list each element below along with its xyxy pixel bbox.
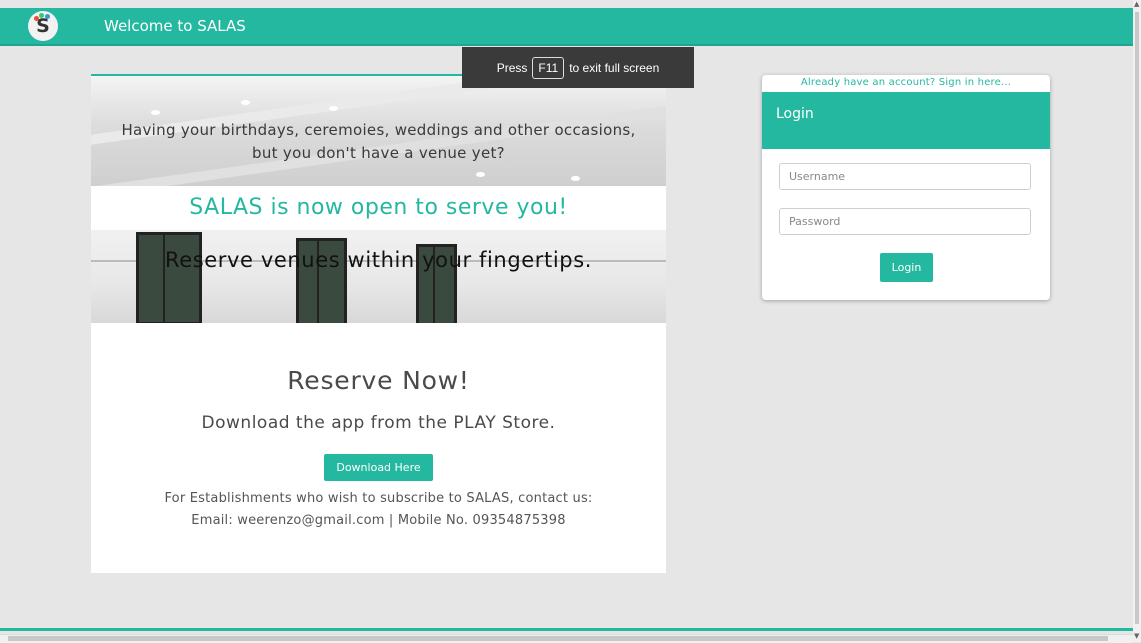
reserve-subtitle: Download the app from the PLAY Store. [201, 413, 556, 433]
logo-dot-blue [45, 14, 50, 19]
hero2-text: Reserve venues within your fingertips. [164, 248, 593, 272]
hero-text: Having your birthdays, ceremoies, weddin… [91, 119, 666, 165]
login-header: Login [762, 92, 1050, 149]
toast-key: F11 [532, 56, 565, 79]
ceiling-light [476, 172, 485, 177]
vertical-scroll-thumb[interactable] [1135, 12, 1139, 624]
nav-title[interactable]: Welcome to SALAS [104, 17, 246, 35]
ceiling-light [571, 176, 580, 181]
ceiling-light [241, 100, 250, 105]
scroll-up-arrow-icon[interactable]: ▲ [1134, 0, 1139, 8]
reserve-title: Reserve Now! [287, 366, 470, 395]
hero-image-venue-windows: Reserve venues within your fingertips. [91, 230, 666, 323]
username-input[interactable] [779, 163, 1031, 190]
hero-image-venue-ceiling: Having your birthdays, ceremoies, weddin… [91, 76, 666, 186]
footer-accent-line [0, 628, 1133, 631]
toast-suffix-text: to exit full screen [569, 60, 660, 75]
salas-logo-icon[interactable]: S [28, 11, 58, 41]
ceiling-light [329, 106, 338, 111]
hero-line-2: but you don't have a venue yet? [252, 144, 505, 162]
download-button[interactable]: Download Here [324, 454, 433, 481]
toast-press-text: Press [496, 60, 528, 75]
login-title: Login [776, 106, 814, 122]
password-input[interactable] [779, 208, 1031, 235]
hero-line-1: Having your birthdays, ceremoies, weddin… [121, 121, 636, 139]
vertical-scrollbar[interactable]: ▲ ▼ [1133, 0, 1141, 642]
login-button[interactable]: Login [880, 253, 933, 282]
ceiling-light [151, 110, 160, 115]
horizontal-scroll-thumb[interactable] [8, 636, 1108, 641]
contact-line-1: For Establishments who wish to subscribe… [164, 491, 593, 506]
scroll-down-arrow-icon[interactable]: ▼ [1134, 632, 1139, 640]
open-banner: SALAS is now open to serve you! [189, 195, 568, 220]
signin-link[interactable]: Already have an account? Sign in here... [762, 77, 1050, 88]
promo-panel: Having your birthdays, ceremoies, weddin… [91, 74, 666, 573]
fullscreen-toast: Press F11 to exit full screen [462, 47, 694, 88]
top-navbar: S Welcome to SALAS [0, 8, 1133, 44]
window [136, 232, 202, 323]
logo-dot-red [34, 16, 39, 21]
contact-info: For Establishments who wish to subscribe… [91, 488, 666, 532]
contact-line-2: Email: weerenzo@gmail.com | Mobile No. 0… [191, 513, 566, 528]
logo-dot-green [39, 13, 44, 18]
login-card: Already have an account? Sign in here...… [762, 75, 1050, 300]
